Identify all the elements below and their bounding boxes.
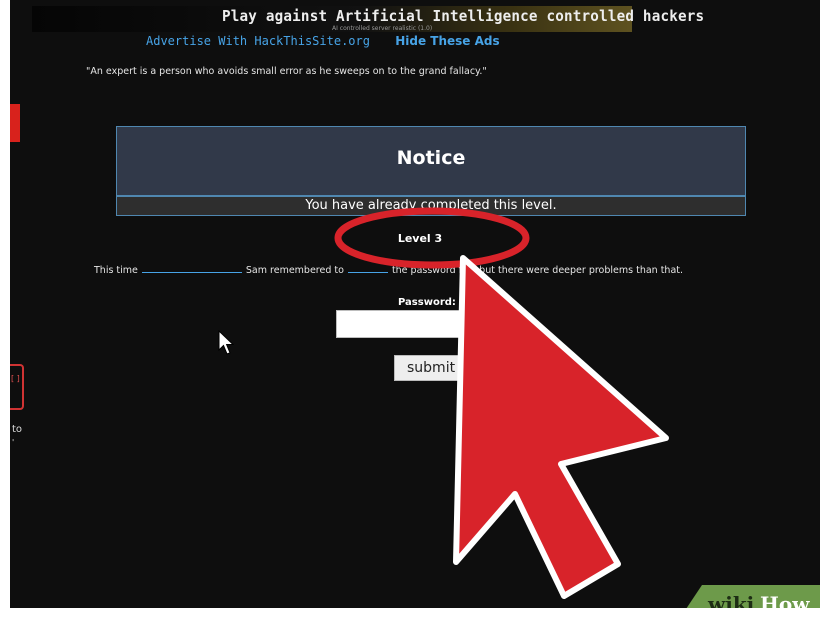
sidebar-tick-text: ' bbox=[12, 438, 15, 447]
hide-ads-link[interactable]: Hide These Ads bbox=[395, 34, 499, 48]
sidebar-box[interactable]: [ ] bbox=[10, 364, 24, 410]
password-label: Password: bbox=[398, 297, 456, 308]
ad-links: Advertise With HackThisSite.org Hide The… bbox=[146, 34, 500, 48]
watermark-wiki: wiki bbox=[708, 592, 755, 608]
level-hint: This time Sam remembered to the password f… bbox=[94, 265, 683, 276]
notice-title: Notice bbox=[396, 147, 466, 169]
screen: Play against Artificial Intelligence con… bbox=[10, 0, 820, 608]
notice-message: You have already completed this level. bbox=[116, 196, 746, 216]
sidebar-red-tab[interactable] bbox=[10, 104, 20, 142]
hint-part-2: Sam remembered to bbox=[245, 265, 344, 276]
banner-text: Play against Artificial Intelligence con… bbox=[222, 7, 705, 25]
submit-button[interactable]: submit bbox=[394, 355, 466, 381]
password-input[interactable] bbox=[336, 310, 514, 338]
sidebar-box-text: [ ] bbox=[11, 374, 20, 383]
hint-part-3: the password file, but there were deeper… bbox=[391, 265, 684, 276]
ad-banner[interactable]: Play against Artificial Intelligence con… bbox=[32, 6, 704, 32]
sidebar-to-text: to bbox=[12, 424, 23, 435]
quote: "An expert is a person who avoids small … bbox=[86, 66, 487, 77]
cursor-arrow-icon bbox=[218, 330, 235, 355]
level-title: Level 3 bbox=[397, 232, 443, 245]
hint-blank-2 bbox=[347, 271, 388, 273]
banner-subtext: AI controlled server realistic (1.0) bbox=[332, 25, 433, 32]
hint-blank-1 bbox=[141, 271, 242, 273]
advertise-link[interactable]: Advertise With HackThisSite.org bbox=[146, 34, 370, 48]
watermark-how: How bbox=[760, 592, 810, 608]
wikihow-watermark: wiki How bbox=[678, 585, 820, 608]
notice-box: Notice bbox=[116, 126, 746, 196]
hint-part-1: This time bbox=[94, 265, 138, 276]
